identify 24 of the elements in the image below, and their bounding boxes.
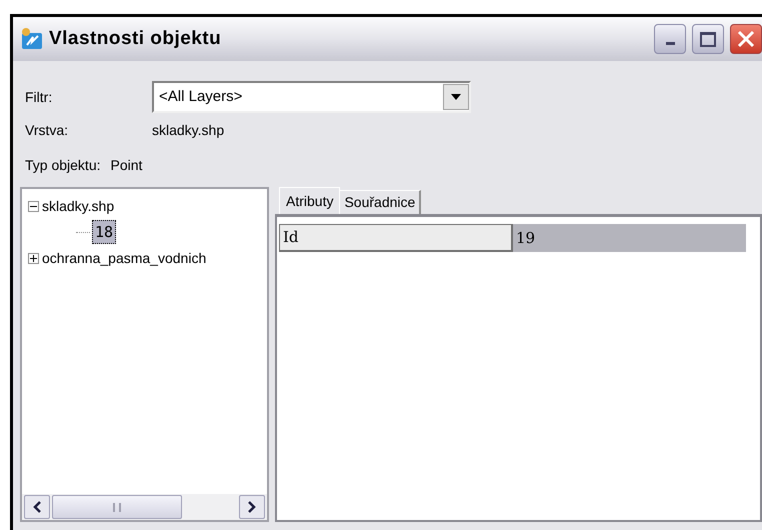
tree-item[interactable]: skladky.shp xyxy=(42,196,114,216)
scroll-left-button[interactable] xyxy=(24,495,50,519)
plus-icon[interactable] xyxy=(28,252,39,264)
scroll-right-button[interactable] xyxy=(239,495,265,519)
window-title: Vlastnosti objektu xyxy=(49,26,222,51)
field-label: Vrstva: xyxy=(24,121,70,140)
attribute-name-cell: Id xyxy=(279,224,513,252)
close-icon xyxy=(737,30,755,48)
tree-item[interactable]: ochranna_pasma_vodnich xyxy=(42,248,206,268)
maximize-button[interactable] xyxy=(692,24,724,54)
close-button[interactable] xyxy=(730,24,762,54)
scroll-thumb[interactable] xyxy=(52,495,182,519)
filter-label: Filtr: xyxy=(24,88,54,106)
minimize-button[interactable] xyxy=(654,24,686,54)
field-label: Typ objektu: xyxy=(24,156,102,175)
field-value: skladky.shp xyxy=(152,121,224,140)
tab[interactable]: Atributy xyxy=(279,187,340,214)
minus-icon[interactable] xyxy=(28,200,39,212)
app-icon xyxy=(19,27,45,51)
attribute-value-cell[interactable]: 19 xyxy=(513,224,746,252)
field-value: Point xyxy=(110,156,142,175)
tab[interactable]: Souřadnice xyxy=(340,190,422,214)
filter-dropdown[interactable]: <All Layers> xyxy=(152,81,471,113)
tree-item[interactable]: 18 xyxy=(92,220,116,244)
